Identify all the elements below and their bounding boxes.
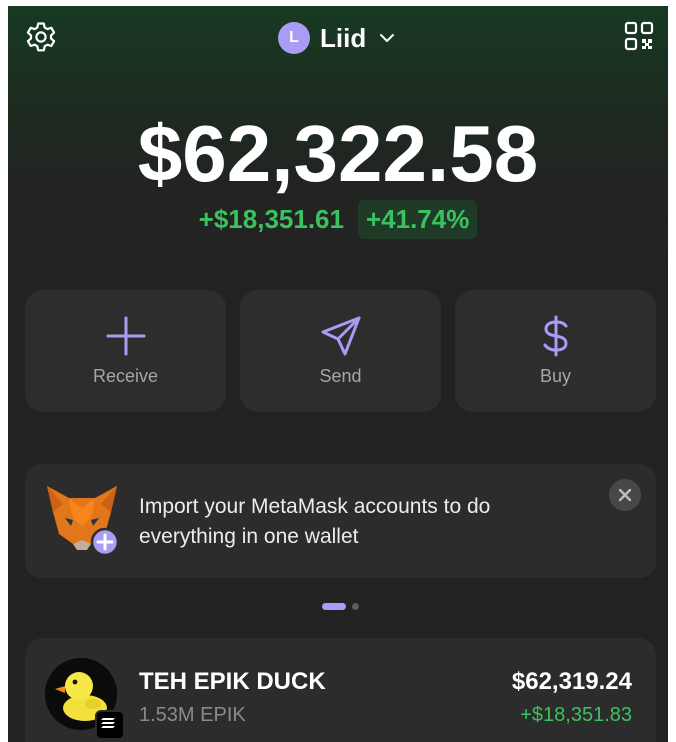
send-icon — [321, 316, 360, 356]
receive-label: Receive — [92, 366, 159, 386]
change-amount: +$18,351.61 — [198, 204, 344, 234]
receive-button[interactable]: Receive — [25, 290, 226, 412]
change-percent-badge: +41.74% — [357, 200, 478, 239]
banner-pager — [322, 603, 359, 610]
balance-change: +$18,351.61 +41.74% — [8, 200, 668, 239]
pager-dot-active[interactable] — [322, 603, 346, 610]
gear-icon[interactable] — [24, 20, 58, 54]
buy-button[interactable]: Buy — [455, 290, 656, 412]
token-value: $62,319.24 — [511, 668, 632, 695]
total-balance: $62,322.58 — [137, 109, 539, 198]
account-avatar: L — [278, 22, 310, 54]
wallet-screen: L Liid $62,322.58 +$18,351.61 +41.74% Re… — [8, 6, 668, 742]
chevron-down-icon — [380, 34, 395, 42]
account-name: Liid — [320, 22, 367, 53]
buy-label: Buy — [539, 366, 572, 386]
pager-dot[interactable] — [352, 603, 359, 610]
token-name: TEH EPIK DUCK — [139, 668, 326, 695]
metamask-fox-icon — [47, 486, 120, 557]
solana-icon — [95, 710, 125, 740]
plus-icon — [106, 316, 145, 356]
token-change: +$18,351.83 — [520, 704, 632, 726]
qr-code-icon[interactable] — [624, 21, 654, 51]
duck-token-icon — [45, 658, 125, 740]
metamask-import-banner[interactable]: Import your MetaMask accounts to do ever… — [25, 464, 656, 578]
send-button[interactable]: Send — [240, 290, 441, 412]
top-bar: L Liid — [8, 6, 668, 70]
close-icon — [618, 488, 632, 502]
send-label: Send — [319, 366, 362, 386]
token-amount: 1.53M EPIK — [139, 704, 246, 726]
dollar-icon — [543, 315, 567, 357]
action-buttons: Receive Send Buy — [25, 290, 656, 412]
banner-text: Import your MetaMask accounts to do ever… — [139, 495, 491, 548]
token-row[interactable]: TEH EPIK DUCK 1.53M EPIK $62,319.24 +$18… — [25, 638, 656, 742]
account-switcher[interactable]: L Liid — [278, 20, 396, 56]
banner-close-button[interactable] — [609, 479, 641, 511]
